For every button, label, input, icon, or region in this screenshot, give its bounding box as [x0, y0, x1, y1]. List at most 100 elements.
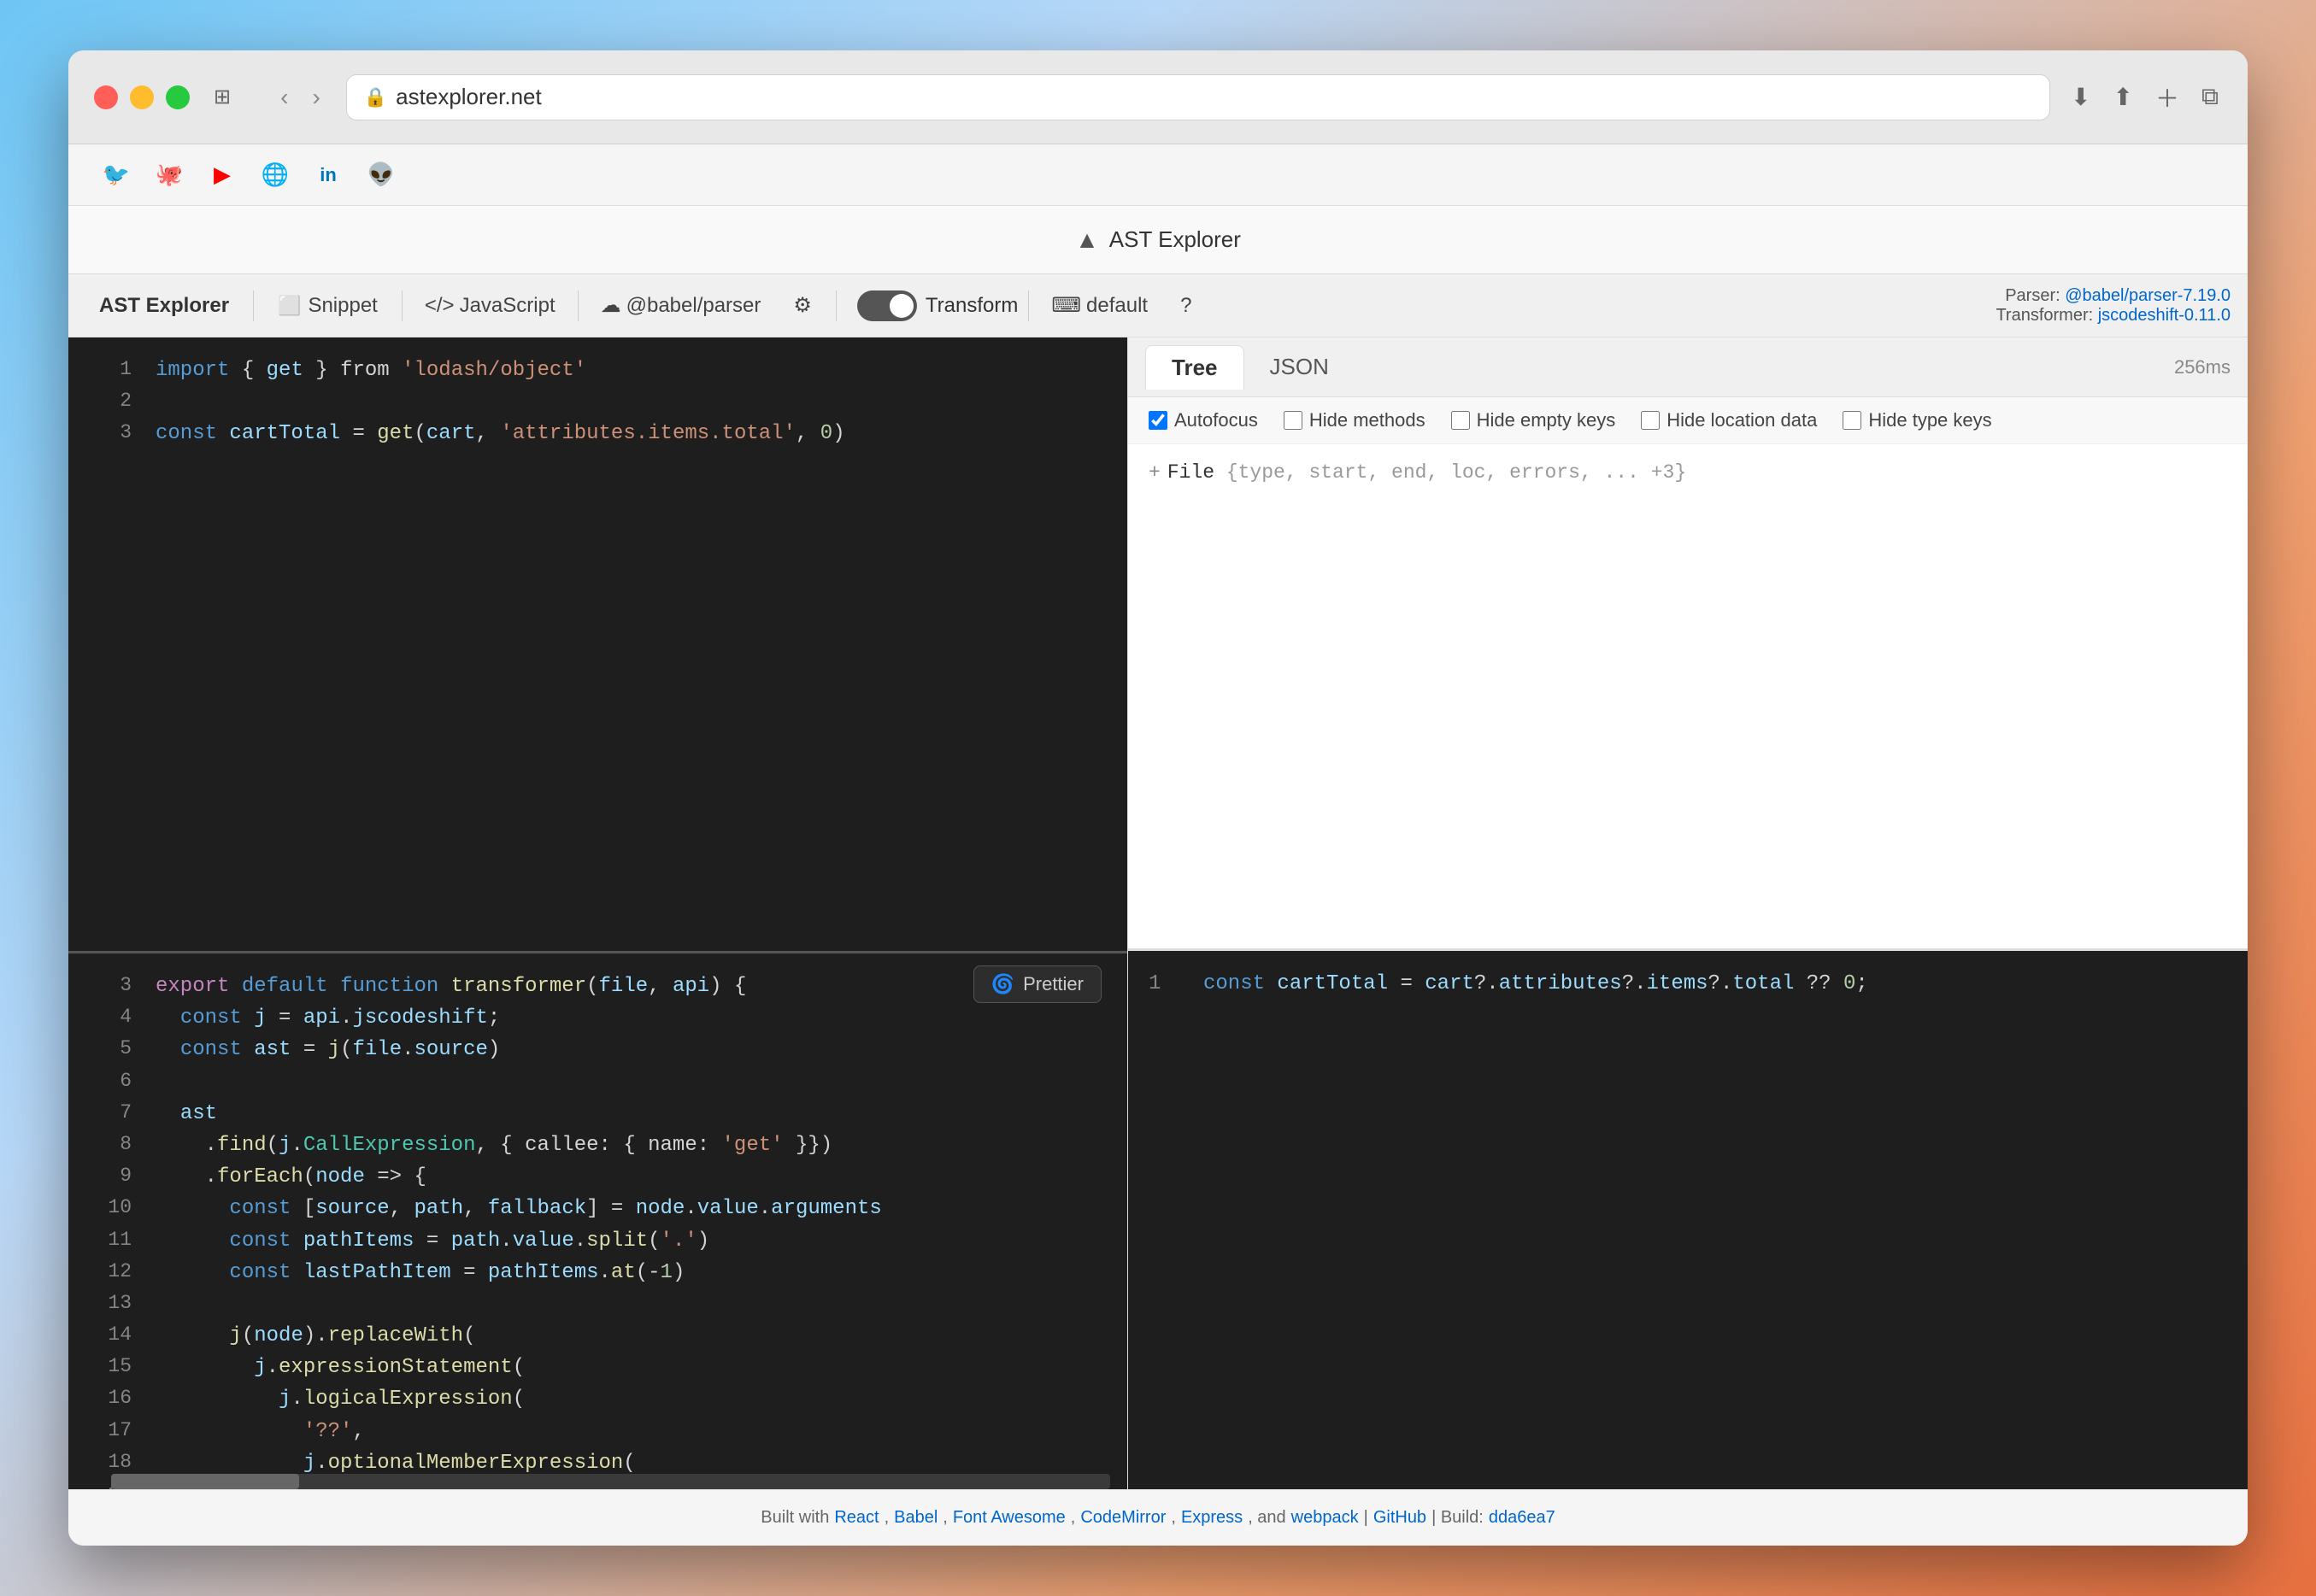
- toolbar-divider-2: [402, 290, 403, 321]
- footer-fontawesome-link[interactable]: Font Awesome: [953, 1508, 1066, 1528]
- footer-text: Built with: [761, 1508, 829, 1528]
- forward-button[interactable]: ›: [303, 80, 328, 114]
- back-button[interactable]: ‹: [272, 80, 297, 114]
- bottom-code-area: 3 export default function transformer(fi…: [68, 953, 1127, 1489]
- right-panel: Tree JSON 256ms Autofocus Hide methods: [1128, 337, 2248, 1489]
- transform-toggle-section: Transform: [857, 290, 1018, 321]
- tree-file-props: {type, start, end, loc, errors, ... +3}: [1226, 461, 1686, 484]
- tabs-button[interactable]: ⧉: [2198, 79, 2222, 114]
- footer: Built with React , Babel , Font Awesome …: [68, 1489, 2248, 1546]
- hide-location-checkbox[interactable]: [1641, 411, 1660, 430]
- parser-info-section: Parser: @babel/parser-7.19.0 Transformer…: [1996, 286, 2231, 326]
- hide-methods-checkbox[interactable]: [1284, 411, 1302, 430]
- hide-type-keys-checkbox-item[interactable]: Hide type keys: [1843, 409, 1991, 431]
- output-area: 1 const cartTotal = cart?.attributes?.it…: [1128, 951, 2248, 1017]
- main-content: 1 import { get } from 'lodash/object' 2 …: [68, 337, 2248, 1489]
- hide-location-checkbox-item[interactable]: Hide location data: [1641, 409, 1817, 431]
- snippet-button[interactable]: ⬜ Snippet: [264, 287, 391, 325]
- language-button[interactable]: </> JavaScript: [413, 289, 567, 323]
- editor-scrollbar[interactable]: [111, 1474, 1110, 1489]
- autofocus-label: Autofocus: [1174, 409, 1258, 431]
- footer-babel-link[interactable]: Babel: [894, 1508, 938, 1528]
- bookmark-twitter[interactable]: 🐦: [94, 156, 138, 194]
- bt-line-5: 5 const ast = j(file.source): [68, 1034, 1127, 1065]
- keyboard-icon: ⌨: [1051, 293, 1081, 318]
- help-button[interactable]: ?: [1167, 287, 1205, 325]
- bottom-editor[interactable]: 🌀 Prettier 3 export default function tra…: [68, 951, 1127, 1489]
- scrollbar-thumb[interactable]: [111, 1474, 299, 1489]
- settings-button[interactable]: ⚙: [779, 286, 826, 325]
- footer-build-link[interactable]: dda6ea7: [1489, 1508, 1555, 1528]
- lock-icon: 🔒: [364, 86, 387, 109]
- tree-node-text: File {type, start, end, loc, errors, ...…: [1167, 461, 1686, 484]
- bookmark-youtube[interactable]: ▶: [200, 156, 244, 194]
- parser-button[interactable]: ☁ @babel/parser: [589, 288, 773, 323]
- hide-empty-keys-checkbox-item[interactable]: Hide empty keys: [1451, 409, 1616, 431]
- ast-explorer-logo-icon: ▲: [1075, 226, 1099, 254]
- tree-file-node[interactable]: + File {type, start, end, loc, errors, .…: [1149, 461, 2227, 484]
- bookmark-reddit[interactable]: 👽: [359, 156, 403, 194]
- bookmark-web[interactable]: 🌐: [253, 156, 297, 194]
- share-button[interactable]: ⬆: [2110, 79, 2137, 114]
- tree-expand-icon[interactable]: +: [1149, 461, 1161, 484]
- toolbar-brand: AST Explorer: [85, 294, 243, 318]
- snippet-icon: ⬜: [278, 295, 301, 317]
- tree-content: + File {type, start, end, loc, errors, .…: [1128, 444, 2248, 948]
- bt-line-11: 11 const pathItems = path.value.split('.…: [68, 1225, 1127, 1257]
- footer-github-link[interactable]: GitHub: [1373, 1508, 1426, 1528]
- hide-methods-label: Hide methods: [1309, 409, 1425, 431]
- new-tab-button[interactable]: ＋: [2152, 77, 2183, 118]
- tree-tab[interactable]: Tree: [1145, 345, 1244, 390]
- hide-empty-keys-checkbox[interactable]: [1451, 411, 1470, 430]
- footer-sep-4: ,: [1171, 1508, 1176, 1528]
- bookmarks-bar: 🐦 🐙 ▶ 🌐 in 👽: [68, 144, 2248, 206]
- maximize-button[interactable]: [166, 85, 190, 109]
- snippet-label: Snippet: [308, 294, 377, 318]
- keyboard-button[interactable]: ⌨ default: [1039, 288, 1160, 323]
- footer-react-link[interactable]: React: [834, 1508, 879, 1528]
- address-text: astexplorer.net: [396, 84, 542, 110]
- hide-type-keys-checkbox[interactable]: [1843, 411, 1861, 430]
- prettier-icon: 🌀: [991, 973, 1014, 995]
- footer-sep-2: ,: [943, 1508, 948, 1528]
- transformer-link[interactable]: jscodeshift-0.11.0: [2098, 306, 2231, 325]
- code-line-2: 2: [68, 386, 1127, 418]
- help-label: ?: [1180, 294, 1191, 318]
- footer-sep-6: |: [1364, 1508, 1368, 1528]
- hide-methods-checkbox-item[interactable]: Hide methods: [1284, 409, 1425, 431]
- footer-express-link[interactable]: Express: [1181, 1508, 1243, 1528]
- bt-line-15: 15 j.expressionStatement(: [68, 1352, 1127, 1383]
- traffic-lights: [94, 85, 190, 109]
- toolbar-divider-1: [253, 290, 254, 321]
- address-bar[interactable]: 🔒 astexplorer.net: [346, 74, 2050, 120]
- transform-toggle[interactable]: [857, 290, 917, 321]
- footer-webpack-link[interactable]: webpack: [1291, 1508, 1359, 1528]
- bt-line-16: 16 j.logicalExpression(: [68, 1383, 1127, 1415]
- render-time: 256ms: [2174, 356, 2231, 378]
- close-button[interactable]: [94, 85, 118, 109]
- download-button[interactable]: ⬇: [2067, 79, 2094, 114]
- json-tab[interactable]: JSON: [1244, 345, 1355, 389]
- bookmark-github[interactable]: 🐙: [147, 156, 191, 194]
- sidebar-toggle-button[interactable]: ⊞: [207, 81, 238, 113]
- output-line-1: 1 const cartTotal = cart?.attributes?.it…: [1149, 968, 2227, 1000]
- footer-sep-5: , and: [1248, 1508, 1285, 1528]
- output-line-content: const cartTotal = cart?.attributes?.item…: [1203, 968, 1868, 1000]
- default-label: default: [1086, 294, 1148, 318]
- footer-codemirror-link[interactable]: CodeMirror: [1080, 1508, 1166, 1528]
- minimize-button[interactable]: [130, 85, 154, 109]
- bt-line-4: 4 const j = api.jscodeshift;: [68, 1002, 1127, 1034]
- bookmark-linkedin[interactable]: in: [306, 156, 350, 194]
- parser-link[interactable]: @babel/parser-7.19.0: [2065, 286, 2231, 305]
- bt-line-12: 12 const lastPathItem = pathItems.at(-1): [68, 1257, 1127, 1288]
- parser-info-text: Parser: @babel/parser-7.19.0: [2005, 286, 2231, 306]
- top-editor[interactable]: 1 import { get } from 'lodash/object' 2 …: [68, 337, 1127, 951]
- autofocus-checkbox-item[interactable]: Autofocus: [1149, 409, 1258, 431]
- prettier-button[interactable]: 🌀 Prettier: [973, 965, 1102, 1003]
- footer-sep-7: | Build:: [1431, 1508, 1484, 1528]
- app-header: ▲ AST Explorer: [68, 206, 2248, 274]
- prettier-label: Prettier: [1023, 973, 1084, 995]
- footer-sep-3: ,: [1071, 1508, 1076, 1528]
- autofocus-checkbox[interactable]: [1149, 411, 1167, 430]
- bt-line-8: 8 .find(j.CallExpression, { callee: { na…: [68, 1130, 1127, 1161]
